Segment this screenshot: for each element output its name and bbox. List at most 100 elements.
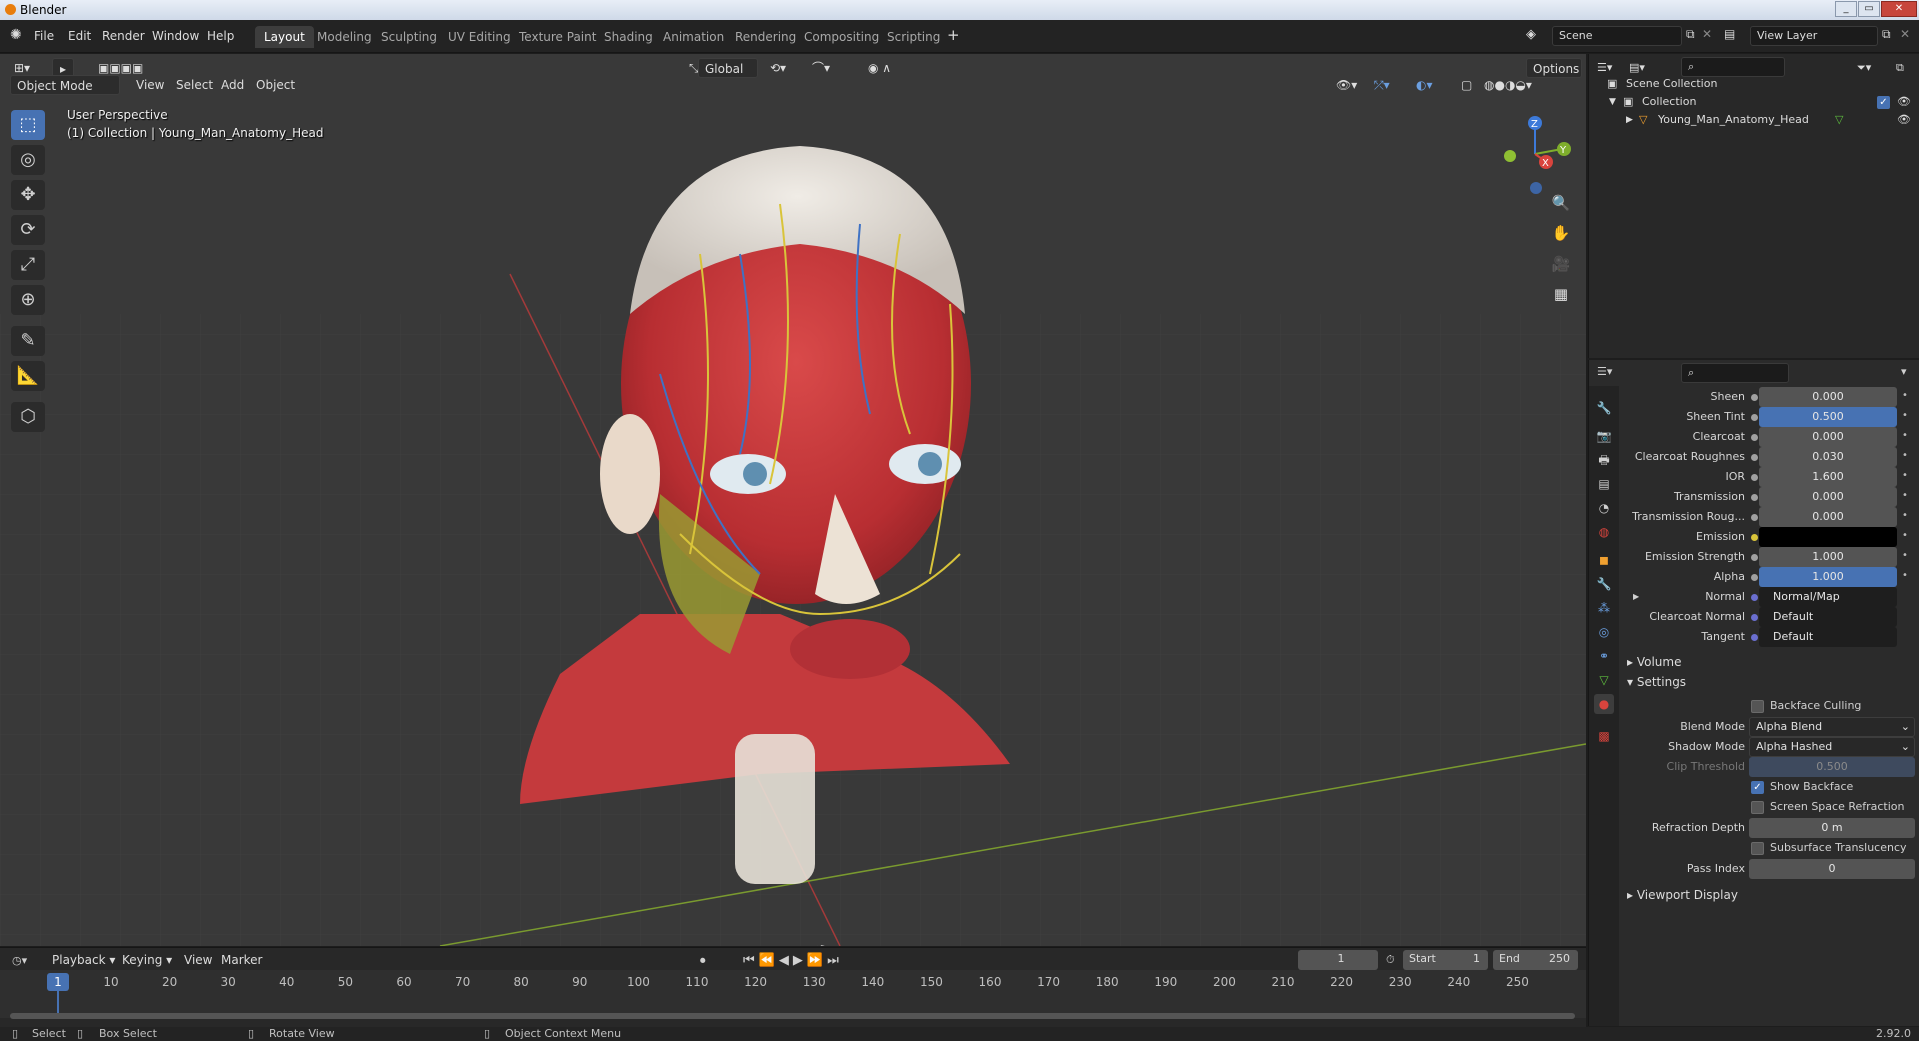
socket-icon[interactable] xyxy=(1751,514,1758,521)
viewport-canvas[interactable] xyxy=(0,54,1586,946)
mesh-data-icon[interactable]: ▽ xyxy=(1835,110,1843,130)
world-tab-icon[interactable]: ◍ xyxy=(1594,522,1614,542)
end-frame-field[interactable]: End 250 xyxy=(1493,950,1578,970)
vector-socket-icon[interactable] xyxy=(1751,634,1758,641)
timeline-editor-icon[interactable]: ◷▾ xyxy=(12,954,27,967)
new-view-layer-icon[interactable]: ⧉ xyxy=(1882,27,1891,42)
menu-window[interactable]: Window xyxy=(152,29,199,43)
overlays-icon[interactable]: ◐▾ xyxy=(1410,75,1439,95)
clearcoat-field[interactable]: 0.000 xyxy=(1759,427,1897,447)
delete-scene-icon[interactable]: ✕ xyxy=(1702,27,1712,41)
texture-tab-icon[interactable]: ▩ xyxy=(1594,726,1614,746)
view-layer-tab-icon[interactable]: ▤ xyxy=(1594,474,1614,494)
zoom-icon[interactable]: 🔍 xyxy=(1548,190,1574,216)
keyframe-icon[interactable]: • xyxy=(1902,450,1908,461)
current-frame-field[interactable]: 1 xyxy=(1298,950,1378,970)
tab-layout[interactable]: Layout xyxy=(255,26,314,48)
socket-icon[interactable] xyxy=(1751,434,1758,441)
tab-modeling[interactable]: Modeling xyxy=(308,26,381,48)
socket-icon[interactable] xyxy=(1751,394,1758,401)
color-socket-icon[interactable] xyxy=(1751,534,1758,541)
tab-rendering[interactable]: Rendering xyxy=(726,26,805,48)
minimize-button[interactable]: _ xyxy=(1835,1,1857,17)
keyframe-icon[interactable]: • xyxy=(1902,390,1908,401)
sheen-tint-field[interactable]: 0.500 xyxy=(1759,407,1897,427)
particles-tab-icon[interactable]: ⁂ xyxy=(1594,598,1614,618)
viewport-display-section-header[interactable]: ▸ Viewport Display xyxy=(1627,888,1738,902)
outliner-row-object[interactable]: ▶ ▽ Young_Man_Anatomy_Head ▽ 👁 xyxy=(1589,110,1919,130)
viewport-menu-view[interactable]: View xyxy=(130,75,170,95)
keyframe-icon[interactable]: • xyxy=(1902,490,1908,501)
keying-menu[interactable]: Keying ▾ xyxy=(116,950,178,970)
keyframe-icon[interactable]: • xyxy=(1902,530,1908,541)
material-tab-icon[interactable]: ● xyxy=(1594,694,1614,714)
properties-search-input[interactable]: ⌕ xyxy=(1681,363,1789,383)
subsurface-checkbox[interactable] xyxy=(1751,842,1764,855)
record-icon[interactable]: ⏺ xyxy=(700,954,706,968)
modifier-tab-icon[interactable]: 🔧 xyxy=(1594,574,1614,594)
vector-socket-icon[interactable] xyxy=(1751,614,1758,621)
emission-color-swatch[interactable] xyxy=(1759,527,1897,547)
blender-menu-icon[interactable]: ✺ xyxy=(10,27,22,43)
transmission-roughness-field[interactable]: 0.000 xyxy=(1759,507,1897,527)
scale-tool-icon[interactable]: ⤢ xyxy=(11,250,45,280)
orientation-dropdown[interactable]: Global xyxy=(698,58,758,78)
keyframe-icon[interactable]: • xyxy=(1902,430,1908,441)
blend-mode-dropdown[interactable]: Alpha Blend ⌄ xyxy=(1749,717,1915,737)
constraints-tab-icon[interactable]: ⚭ xyxy=(1594,646,1614,666)
collection-checkbox[interactable]: ✓ xyxy=(1877,96,1890,109)
3d-viewport[interactable]: ⊞▾ ▸ ▣▣▣▣ ⤡ Global ⟲▾ ⌒▾ ◉ ∧ Options Obj… xyxy=(0,54,1586,946)
delete-view-layer-icon[interactable]: ✕ xyxy=(1900,27,1910,41)
transmission-field[interactable]: 0.000 xyxy=(1759,487,1897,507)
scene-field[interactable]: Scene xyxy=(1552,26,1682,46)
object-tab-icon[interactable]: ◼ xyxy=(1594,550,1614,570)
socket-icon[interactable] xyxy=(1751,554,1758,561)
scene-tab-icon[interactable]: ◔ xyxy=(1594,498,1614,518)
tab-texture-paint[interactable]: Texture Paint xyxy=(510,26,605,48)
marker-menu[interactable]: Marker xyxy=(215,950,268,970)
menu-render[interactable]: Render xyxy=(102,29,145,43)
tab-sculpting[interactable]: Sculpting xyxy=(372,26,446,48)
camera-view-icon[interactable]: 🎥 xyxy=(1548,251,1574,277)
clearcoat-roughness-field[interactable]: 0.030 xyxy=(1759,447,1897,467)
shading-modes-icons[interactable]: ◍●◑◒▾ xyxy=(1478,75,1538,95)
clearcoat-normal-field[interactable]: Default xyxy=(1759,607,1897,627)
proportional-edit-icon[interactable]: ◉ ∧ xyxy=(862,58,897,78)
ssr-checkbox[interactable] xyxy=(1751,801,1764,814)
navigation-gizmo[interactable]: Z Y X xyxy=(1490,109,1580,199)
vector-socket-icon[interactable] xyxy=(1751,594,1758,601)
xray-icon[interactable]: ▢ xyxy=(1455,75,1478,95)
menu-file[interactable]: File xyxy=(34,29,54,43)
keyframe-icon[interactable]: • xyxy=(1902,550,1908,561)
tab-uv-editing[interactable]: UV Editing xyxy=(439,26,520,48)
properties-editor-icon[interactable]: ☰▾ xyxy=(1597,365,1612,378)
sheen-field[interactable]: 0.000 xyxy=(1759,387,1897,407)
pan-hand-icon[interactable]: ✋ xyxy=(1548,220,1574,246)
timeline-scrollbar[interactable] xyxy=(10,1013,1575,1019)
collection-visibility-icon[interactable]: 👁 xyxy=(1897,92,1911,112)
settings-section-header[interactable]: ▾ Settings xyxy=(1627,675,1686,689)
playback-controls-icon[interactable]: ⏮⏪◀▶⏩⏭ xyxy=(743,953,843,968)
keyframe-icon[interactable]: • xyxy=(1902,570,1908,581)
object-visibility-icon[interactable]: 👁 xyxy=(1897,110,1911,130)
measure-tool-icon[interactable]: 📐 xyxy=(11,361,45,391)
view-layer-browse-icon[interactable]: ▤ xyxy=(1724,27,1735,41)
socket-icon[interactable] xyxy=(1751,414,1758,421)
outliner-row-scene-collection[interactable]: ▣ Scene Collection xyxy=(1589,74,1919,94)
add-workspace-button[interactable]: + xyxy=(947,26,960,44)
cursor-tool-icon[interactable]: ◎ xyxy=(11,145,45,175)
tab-scripting[interactable]: Scripting xyxy=(878,26,949,48)
physics-tab-icon[interactable]: ◎ xyxy=(1594,622,1614,642)
tweak-tool-icon[interactable]: ⬚ xyxy=(11,110,45,140)
tangent-field[interactable]: Default xyxy=(1759,627,1897,647)
socket-icon[interactable] xyxy=(1751,574,1758,581)
show-backface-checkbox[interactable]: ✓ xyxy=(1751,781,1764,794)
refraction-depth-field[interactable]: 0 m xyxy=(1749,818,1915,838)
expand-arrow-icon[interactable]: ▶ xyxy=(1626,110,1633,130)
outliner-row-collection[interactable]: ▼ ▣ Collection ✓ 👁 xyxy=(1589,92,1919,112)
pass-index-field[interactable]: 0 xyxy=(1749,859,1915,879)
gizmo-toggle-icon[interactable]: ⤱▾ xyxy=(1368,75,1396,95)
timeline-view-menu[interactable]: View xyxy=(178,950,218,970)
tab-animation[interactable]: Animation xyxy=(654,26,733,48)
annotate-tool-icon[interactable]: ✎ xyxy=(11,326,45,356)
